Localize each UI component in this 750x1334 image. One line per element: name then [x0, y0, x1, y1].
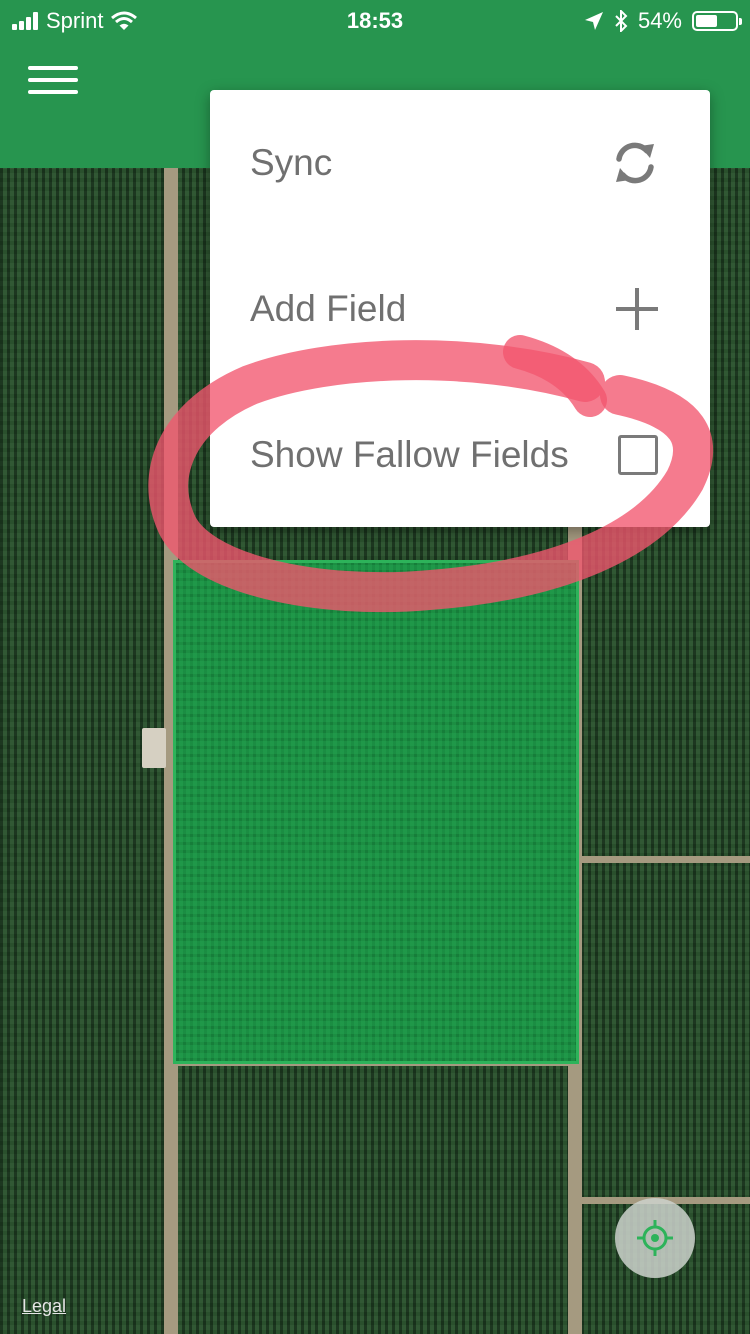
- status-bar: Sprint 18:53 54%: [0, 0, 750, 42]
- location-arrow-icon: [584, 12, 603, 30]
- checkbox-icon[interactable]: [618, 434, 658, 475]
- sync-icon: [616, 142, 654, 183]
- battery-icon: [692, 11, 742, 31]
- overflow-menu: Sync Add Field Show Fallow Fields: [210, 90, 710, 527]
- menu-item-label: Add Field: [250, 287, 407, 329]
- menu-item-label: Show Fallow Fields: [250, 433, 569, 475]
- menu-item-add-field[interactable]: Add Field: [210, 236, 710, 381]
- menu-item-sync[interactable]: Sync: [210, 90, 710, 235]
- locate-crosshair-icon: [637, 1220, 673, 1256]
- farm-building: [142, 728, 166, 768]
- menu-item-label: Sync: [250, 141, 333, 183]
- legal-link[interactable]: Legal: [22, 1296, 66, 1317]
- menu-item-show-fallow-fields[interactable]: Show Fallow Fields: [210, 382, 710, 527]
- bluetooth-icon: [615, 10, 628, 32]
- selected-field[interactable]: [173, 560, 579, 1064]
- battery-percent: 54%: [637, 8, 682, 33]
- plus-icon: [616, 287, 658, 330]
- hamburger-menu-icon[interactable]: [28, 60, 80, 100]
- battery-level: [696, 15, 717, 27]
- road: [582, 856, 750, 863]
- locate-button[interactable]: [615, 1198, 695, 1278]
